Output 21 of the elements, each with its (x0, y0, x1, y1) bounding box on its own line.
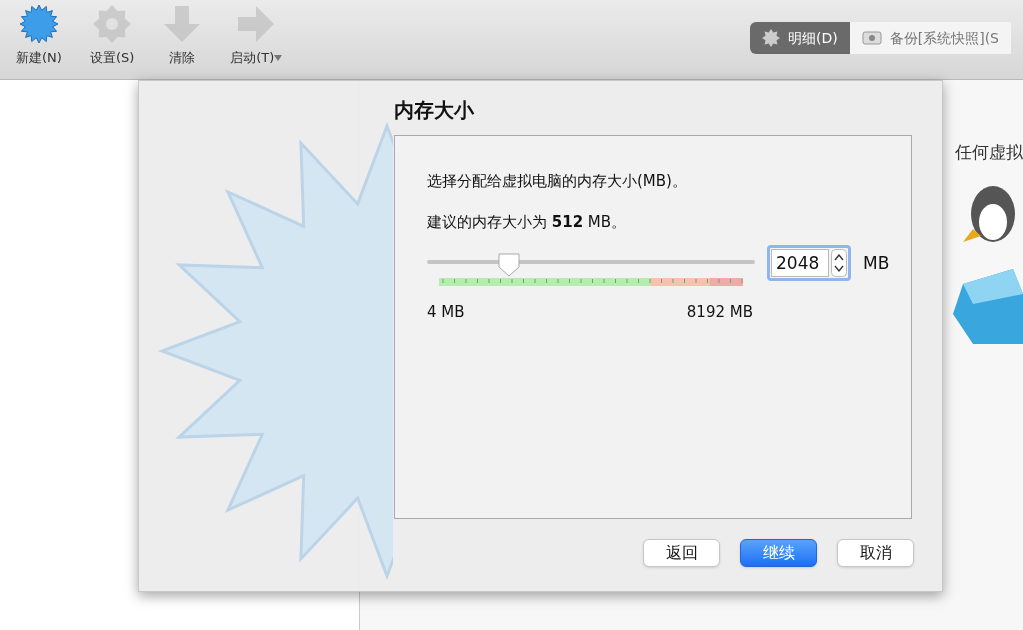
welcome-text: 任何虚拟 (955, 141, 1023, 164)
description-text: 选择分配给虚拟电脑的内存大小(MB)。 (427, 171, 688, 192)
min-label: 4 MB (427, 302, 465, 323)
settings-icon (92, 4, 133, 44)
max-label: 8192 MB (686, 302, 753, 323)
dialog-button[interactable]: 取消 (837, 539, 914, 567)
right-arrow-icon (236, 4, 277, 44)
memory-spinbox[interactable]: 2048 (767, 245, 851, 281)
unit-label: MB (863, 252, 890, 275)
dialog-button[interactable]: 返回 (643, 539, 720, 567)
camera-icon (861, 31, 882, 45)
toolbar-button[interactable]: 新建(N) (12, 4, 66, 68)
gear-icon (762, 29, 780, 47)
down-arrow-icon (162, 4, 203, 44)
view-tab[interactable]: 备份[系统快照](S (849, 22, 1011, 54)
view-tab[interactable]: 明细(D) (750, 22, 850, 54)
memory-input[interactable]: 2048 (771, 249, 829, 277)
stepper-icon[interactable] (831, 249, 847, 277)
dialog-title: 内存大小 (394, 97, 475, 124)
memory-slider[interactable] (427, 251, 755, 277)
recommendation-text: 建议的内存大小为 512 MB。 (427, 211, 628, 233)
